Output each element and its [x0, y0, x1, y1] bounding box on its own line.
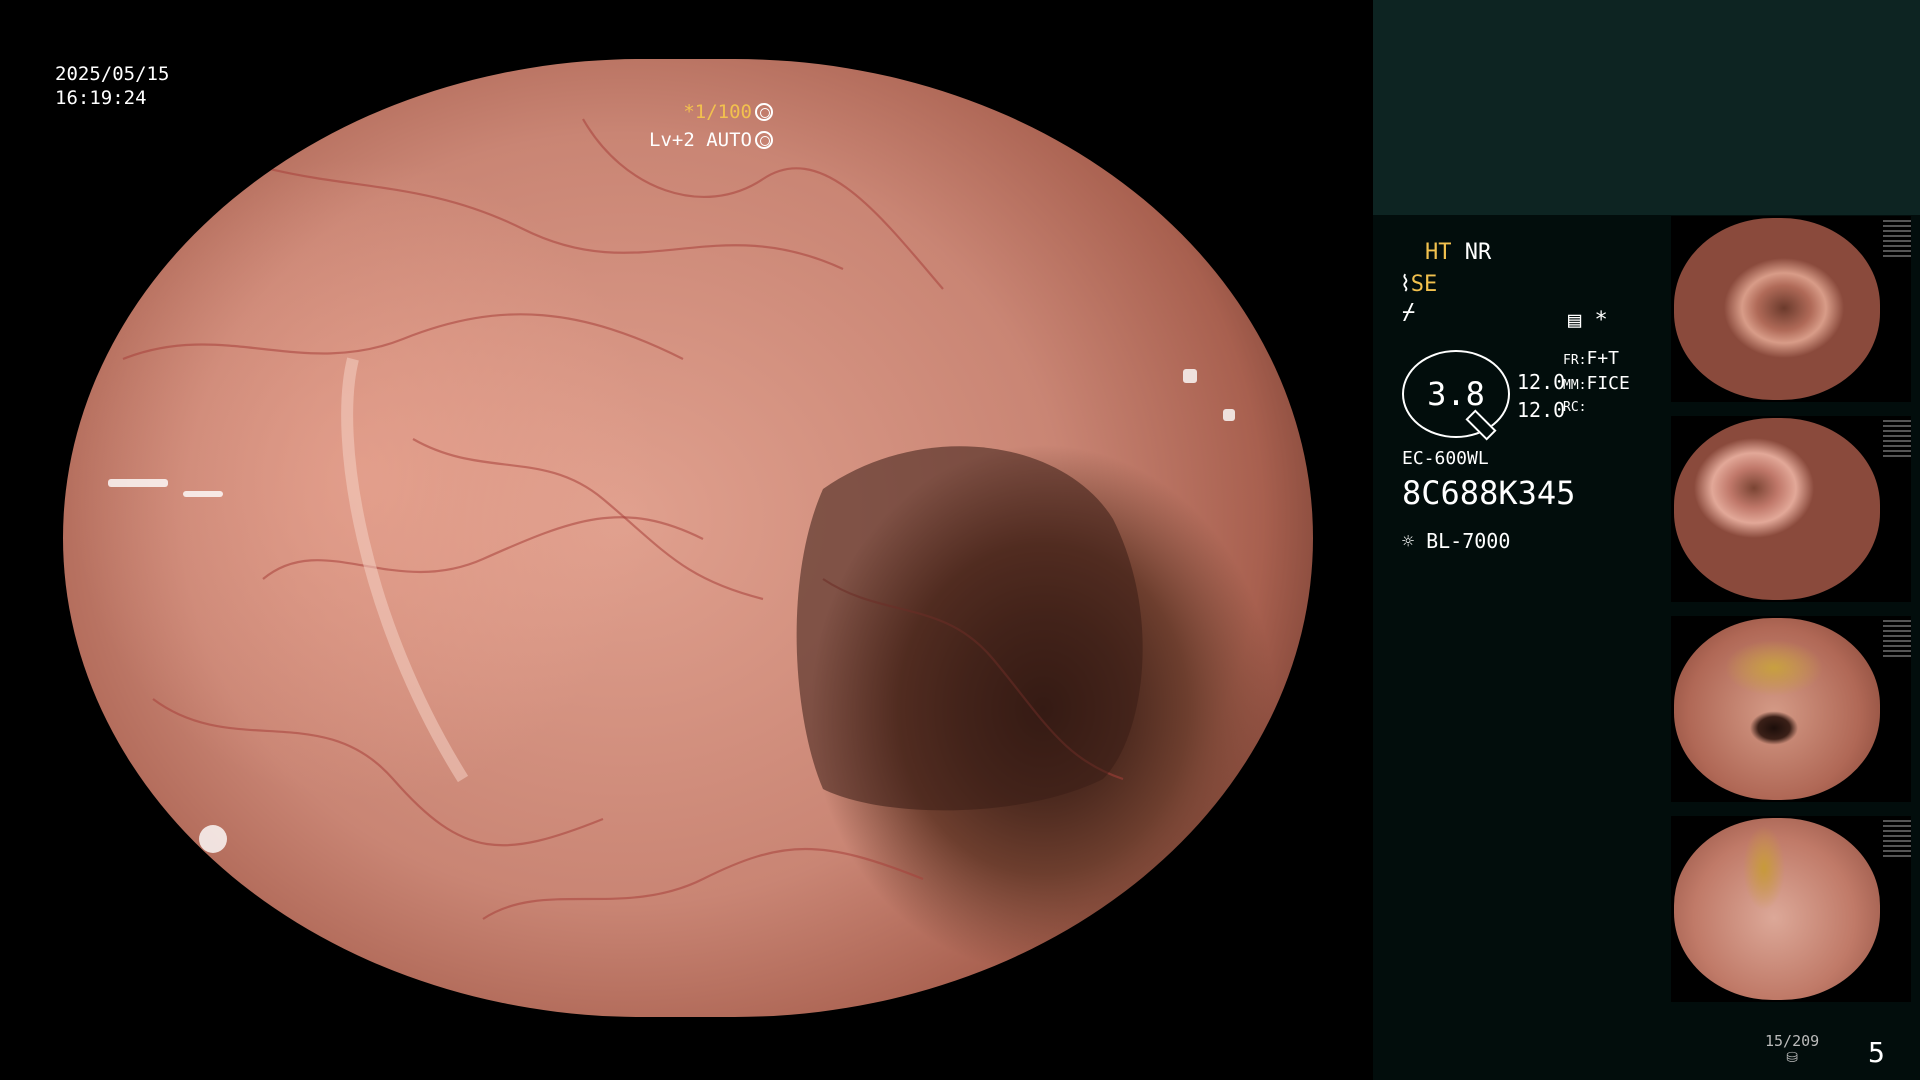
light-source-model: BL-7000	[1426, 529, 1511, 553]
brightness-level: Lv+2 AUTO	[649, 129, 752, 151]
mm-value: FICE	[1586, 373, 1630, 394]
nr-indicator: NR	[1464, 240, 1492, 265]
shutter-icon	[755, 103, 773, 121]
thumbnail-image	[1674, 418, 1880, 600]
thumbnail-label	[1883, 220, 1911, 260]
mm-label: MM:	[1563, 378, 1587, 393]
capture-date: 2025/05/15	[55, 63, 170, 85]
thumbnail[interactable]	[1671, 816, 1911, 1002]
enhance-icon: ⌇	[1400, 272, 1411, 297]
thumbnail-image	[1674, 618, 1880, 800]
pressure-gauge: 3.8	[1402, 350, 1510, 438]
info-sidebar: HT NR ⌇SE ⌿ ▤ * 3.8 12.0 12.0 FR:F+T MM:…	[1373, 0, 1920, 1080]
thumbnail[interactable]	[1671, 216, 1911, 402]
light-source-icon: ☼	[1402, 529, 1415, 553]
scope-serial: 8C688K345	[1402, 474, 1576, 512]
capture-datetime: 2025/05/15 16:19:24	[55, 62, 169, 110]
thumbnail[interactable]	[1671, 416, 1911, 602]
setting-b: 12.0	[1517, 398, 1566, 422]
monitor-icon: ▤	[1568, 308, 1582, 333]
rc-label: RC:	[1563, 400, 1587, 415]
storage-icon: ⛁	[1786, 1050, 1798, 1066]
vessel-pattern	[108, 118, 1235, 920]
fr-value: F+T	[1586, 348, 1619, 369]
auto-iris-icon	[755, 131, 773, 149]
ht-indicator: HT	[1425, 240, 1452, 265]
shutter-speed: *1/100	[683, 101, 752, 123]
scope-model: EC-600WL	[1402, 448, 1489, 469]
image-counter-value: 15/209	[1765, 1032, 1820, 1050]
thumbnail[interactable]	[1671, 616, 1911, 802]
endoscopic-image	[63, 59, 1313, 1017]
setting-a: 12.0	[1517, 370, 1566, 394]
fr-label: FR:	[1563, 353, 1587, 368]
thumbnail-image	[1674, 818, 1880, 1000]
exposure-readout: *1/100 Lv+2 AUTO	[649, 98, 773, 154]
asterisk-indicator: *	[1594, 308, 1608, 333]
thumbnail-label	[1883, 620, 1911, 660]
se-indicator: SE	[1410, 272, 1438, 297]
endoscope-viewer: 2025/05/15 16:19:24 *1/100 Lv+2 AUTO	[0, 0, 1373, 1080]
pressure-value: 3.8	[1427, 375, 1485, 413]
page-number: 5	[1868, 1036, 1885, 1069]
top-panel	[1373, 0, 1920, 215]
capture-time: 16:19:24	[55, 87, 147, 109]
image-counter: 15/209 ⛁	[1765, 1032, 1819, 1066]
thumbnail-label	[1883, 820, 1911, 860]
slash-icon: ⌿	[1402, 300, 1416, 325]
thumbnail-image	[1674, 218, 1880, 400]
capture-thumbnails	[1671, 216, 1920, 1016]
thumbnail-label	[1883, 420, 1911, 460]
